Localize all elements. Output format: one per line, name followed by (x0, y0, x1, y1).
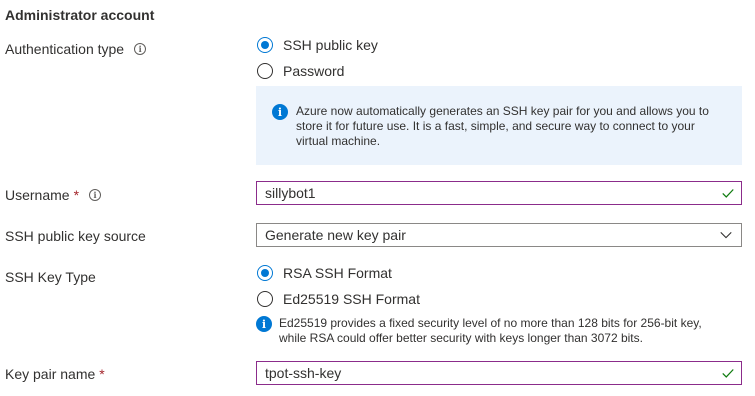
radio-password[interactable]: Password (257, 63, 344, 79)
key-type-label-row: SSH Key Type (5, 269, 96, 285)
ssh-info-box: i Azure now automatically generates an S… (256, 86, 742, 165)
radio-button[interactable] (257, 291, 273, 307)
key-pair-name-label: Key pair name (5, 366, 96, 382)
auth-type-label: Authentication type (5, 41, 125, 57)
key-source-label: SSH public key source (5, 228, 146, 244)
radio-button-checked[interactable] (257, 37, 273, 53)
username-input[interactable] (265, 185, 721, 201)
checkmark-icon (722, 189, 734, 198)
username-field[interactable] (256, 181, 742, 205)
key-source-selected: Generate new key pair (265, 227, 406, 243)
info-filled-icon: i (256, 316, 272, 332)
key-source-label-row: SSH public key source (5, 228, 146, 244)
info-filled-icon: i (272, 104, 288, 120)
key-source-dropdown[interactable]: Generate new key pair (256, 223, 742, 247)
required-asterisk: * (99, 366, 105, 382)
required-asterisk: * (73, 187, 80, 203)
radio-ssh-public-key[interactable]: SSH public key (257, 37, 378, 53)
radio-label: Ed25519 SSH Format (283, 291, 420, 307)
radio-button[interactable] (257, 63, 273, 79)
info-outline-icon[interactable]: i (134, 43, 147, 55)
key-pair-name-label-row: Key pair name * (5, 366, 105, 382)
key-type-info-text: Ed25519 provides a fixed security level … (279, 316, 702, 345)
key-pair-name-input[interactable] (265, 365, 721, 381)
key-pair-name-field[interactable] (256, 361, 742, 385)
auth-type-label-row: Authentication type i (5, 41, 147, 57)
radio-label: Password (283, 63, 345, 79)
chevron-down-icon (720, 231, 732, 239)
radio-ed25519-ssh-format[interactable]: Ed25519 SSH Format (257, 291, 420, 307)
section-title: Administrator account (5, 7, 155, 23)
ssh-info-text: Azure now automatically generates an SSH… (296, 104, 709, 148)
username-label: Username (5, 187, 70, 203)
radio-button-checked[interactable] (257, 265, 273, 281)
admin-account-form: Administrator account Authentication typ… (0, 0, 755, 396)
username-label-row: Username * i (5, 187, 102, 203)
checkmark-icon (722, 369, 734, 378)
radio-label: SSH public key (283, 37, 378, 53)
key-type-label: SSH Key Type (5, 269, 96, 285)
radio-label: RSA SSH Format (283, 265, 392, 281)
info-outline-icon[interactable]: i (89, 189, 102, 201)
radio-rsa-ssh-format[interactable]: RSA SSH Format (257, 265, 392, 281)
